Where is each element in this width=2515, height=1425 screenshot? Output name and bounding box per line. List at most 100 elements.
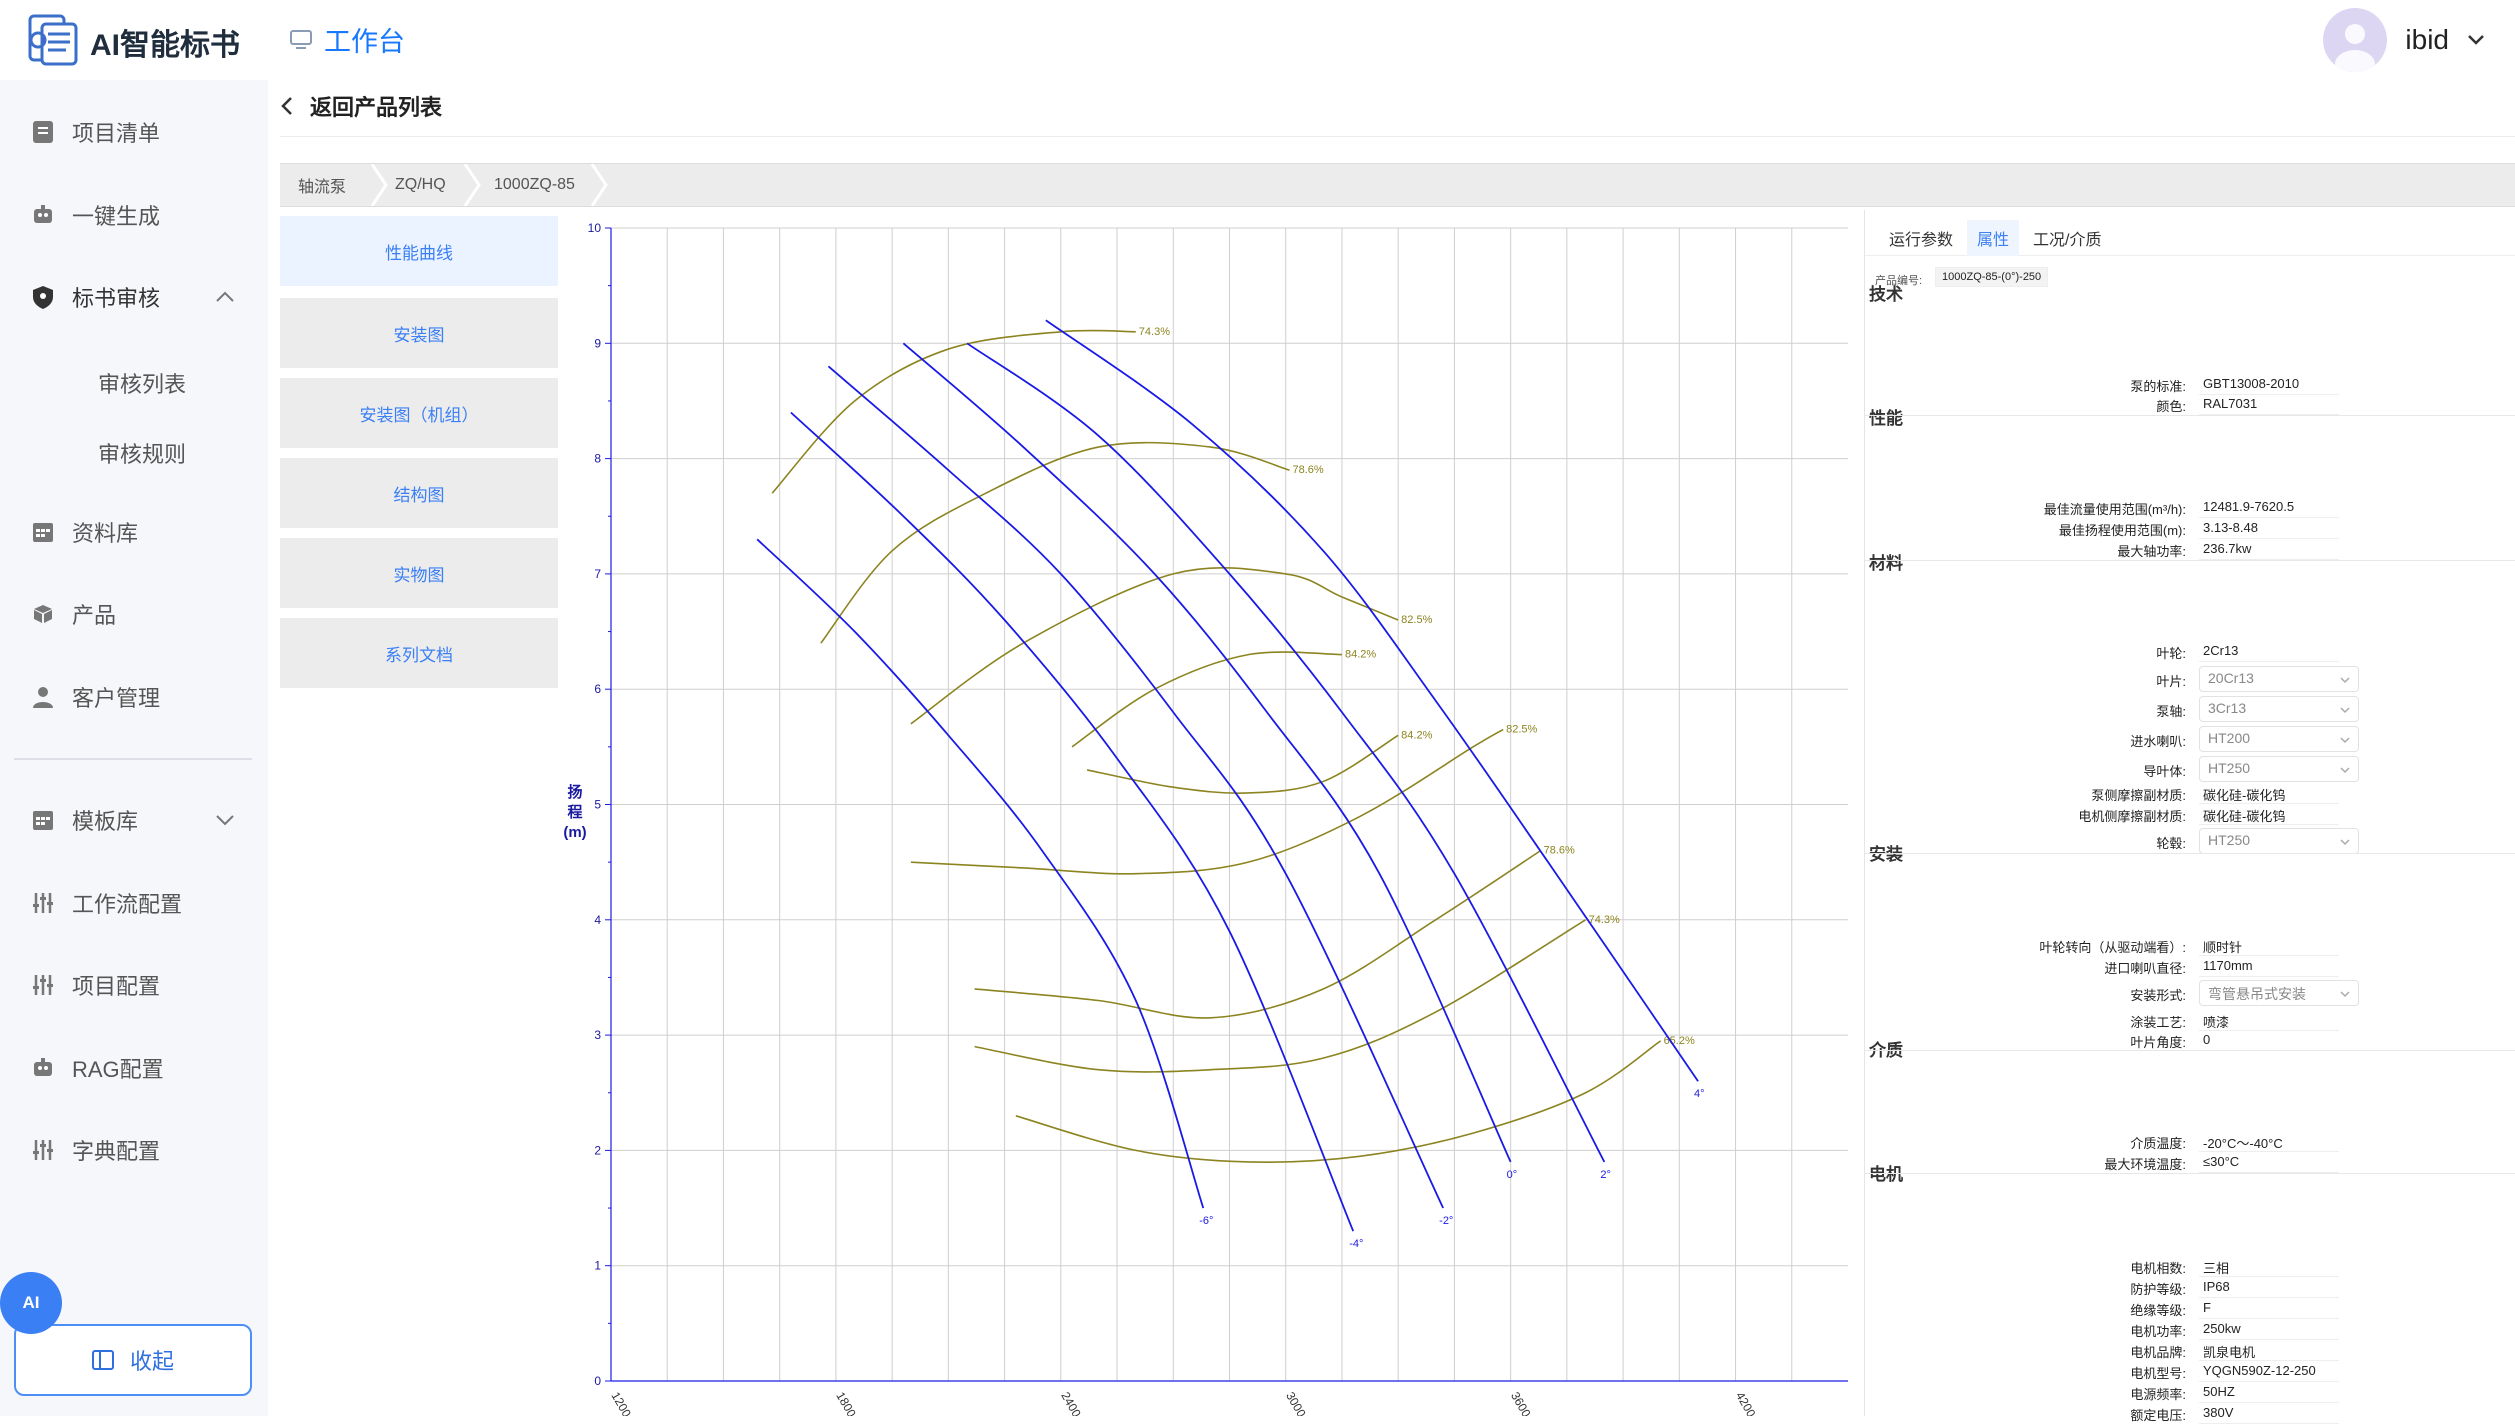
tab-installation[interactable]: 安装图	[280, 298, 558, 368]
section-divider	[1865, 1173, 2515, 1174]
collapse-button[interactable]: 收起	[14, 1324, 252, 1396]
sidebar-item-customer[interactable]: 客户管理	[30, 677, 160, 717]
property-select[interactable]: 弯管悬吊式安装	[2199, 980, 2359, 1006]
tab-performance-curve[interactable]: 性能曲线	[280, 216, 558, 286]
property-label: 轮毂:	[2156, 836, 2186, 851]
tab-photo[interactable]: 实物图	[280, 538, 558, 608]
efficiency-contour	[1071, 651, 1342, 748]
property-select[interactable]: HT200	[2199, 726, 2359, 752]
property-underline	[2199, 1339, 2339, 1340]
property-row: 泵的标准: GBT13008-2010	[1865, 376, 2515, 396]
y-axis-label: 扬	[567, 783, 582, 801]
breadcrumb-separator-icon	[370, 164, 388, 206]
y-tick-label: 9	[594, 336, 601, 350]
tab-conditions[interactable]: 工况/介质	[2023, 220, 2111, 256]
property-row: 最大轴功率: 236.7kw	[1865, 541, 2515, 561]
chevron-down-icon[interactable]	[214, 809, 236, 831]
efficiency-contour	[1086, 734, 1399, 794]
tab-run-params[interactable]: 运行参数	[1879, 220, 1963, 256]
sidebar-item-project-list[interactable]: 项目清单	[30, 112, 160, 152]
sidebar-item-review[interactable]: 标书审核	[30, 277, 160, 317]
breadcrumb-item[interactable]: ZQ/HQ	[395, 164, 446, 206]
sidebar-item-label: 项目清单	[72, 121, 161, 146]
property-select[interactable]: HT250	[2199, 756, 2359, 782]
sidebar-item-library[interactable]: 资料库	[30, 512, 138, 552]
efficiency-label: 74.3%	[1589, 914, 1620, 926]
sidebar-item-label: 一键生成	[72, 204, 161, 229]
property-select[interactable]: HT250	[2199, 828, 2359, 854]
tab-series-docs[interactable]: 系列文档	[280, 618, 558, 688]
avatar[interactable]	[2323, 8, 2388, 72]
property-value: 3.13-8.48	[2203, 520, 2258, 535]
property-underline	[2199, 824, 2339, 825]
property-row: 导叶体: HT250	[1865, 756, 2515, 782]
ai-assistant-button[interactable]: AI	[0, 1272, 62, 1334]
sidebar-item-dictionary-config[interactable]: 字典配置	[30, 1130, 160, 1170]
property-value: 1170mm	[2203, 958, 2253, 973]
x-tick-label: 1800	[833, 1390, 859, 1417]
breadcrumb-item[interactable]: 轴流泵	[298, 164, 346, 206]
chart-svg: 0 1 2 3 4 5 6 7 8 9 10 1200 1800 2400 3000 3600 4200 扬程 (m…	[563, 221, 1848, 1420]
y-tick-label: 10	[588, 221, 602, 235]
property-underline	[2199, 976, 2339, 977]
sidebar-item-label: 资料库	[72, 521, 139, 546]
efficiency-label: 82.5%	[1401, 614, 1432, 626]
breadcrumb-item[interactable]: 1000ZQ-85	[494, 164, 575, 206]
efficiency-label: 78.6%	[1292, 464, 1323, 476]
back-to-products[interactable]: 返回产品列表	[280, 90, 442, 122]
chevron-up-icon[interactable]	[214, 286, 236, 308]
property-select-value: 3Cr13	[2208, 700, 2247, 716]
user-menu[interactable]: ibid	[2323, 8, 2485, 72]
property-value: 顺时针	[2203, 940, 2243, 955]
curve-label: -2°	[1439, 1215, 1453, 1227]
collapse-label: 收起	[129, 1349, 174, 1374]
y-tick-label: 7	[594, 567, 601, 581]
property-label: 叶片角度:	[2130, 1035, 2186, 1050]
curve-label: 4°	[1694, 1088, 1705, 1100]
app-root: AI智能标书 工作台 ibid 项目清单 一键生成 标书审核 审核列表 审核规则…	[0, 0, 2515, 1424]
sliders-icon	[33, 1140, 53, 1160]
property-label: 电机功率:	[2130, 1324, 2186, 1339]
sidebar-item-label: 标书审核	[72, 286, 161, 311]
tab-attributes[interactable]: 属性	[1967, 219, 2020, 256]
property-value: 250kw	[2203, 1321, 2241, 1336]
property-value: IP68	[2203, 1279, 2230, 1294]
property-value: YQGN590Z-12-250	[2203, 1363, 2316, 1378]
breadcrumb-separator-icon	[590, 164, 608, 206]
sidebar-subitem-review-rules[interactable]: 审核规则	[98, 437, 186, 469]
sidebar-subitem-review-list[interactable]: 审核列表	[98, 367, 186, 399]
property-row: 电机功率: 250kw	[1865, 1321, 2515, 1341]
property-row: 电源频率: 50HZ	[1865, 1384, 2515, 1404]
property-row: 叶片: 20Cr13	[1865, 666, 2515, 692]
property-underline	[2199, 803, 2339, 804]
property-select-value: HT250	[2208, 760, 2251, 776]
y-axis-label: 程	[567, 804, 582, 821]
property-select[interactable]: 20Cr13	[2199, 666, 2359, 692]
sidebar-item-label: 产品	[72, 603, 117, 628]
property-select-value: HT200	[2208, 730, 2251, 746]
property-underline	[2199, 1318, 2339, 1319]
property-underline	[2199, 394, 2339, 395]
section-title: 材料	[1869, 554, 1903, 573]
property-label: 电源频率:	[2130, 1387, 2186, 1402]
efficiency-contour	[771, 329, 1136, 494]
sidebar-item-generate[interactable]: 一键生成	[30, 195, 160, 235]
efficiency-contour	[974, 919, 1587, 1073]
chevron-down-icon	[2340, 677, 2350, 684]
sidebar-item-workflow-config[interactable]: 工作流配置	[30, 883, 182, 923]
breadcrumb: 轴流泵 ZQ/HQ 1000ZQ-85	[280, 163, 2515, 207]
tab-structure[interactable]: 结构图	[280, 458, 558, 528]
sidebar-item-templates[interactable]: 模板库	[30, 800, 138, 840]
sidebar-item-project-config[interactable]: 项目配置	[30, 965, 160, 1005]
property-underline	[2199, 1030, 2339, 1031]
robot-icon	[34, 205, 52, 223]
sidebar-item-rag-config[interactable]: RAG配置	[30, 1048, 164, 1088]
sliders-icon	[33, 975, 53, 995]
chevron-down-icon[interactable]	[2467, 34, 2485, 46]
sidebar-item-product[interactable]: 产品	[30, 594, 116, 634]
tab-installation-unit[interactable]: 安装图（机组）	[280, 378, 558, 448]
workbench-link[interactable]: 工作台	[290, 20, 405, 59]
efficiency-contour	[1015, 1040, 1662, 1163]
property-label: 涂装工艺:	[2130, 1015, 2186, 1030]
property-select[interactable]: 3Cr13	[2199, 696, 2359, 722]
